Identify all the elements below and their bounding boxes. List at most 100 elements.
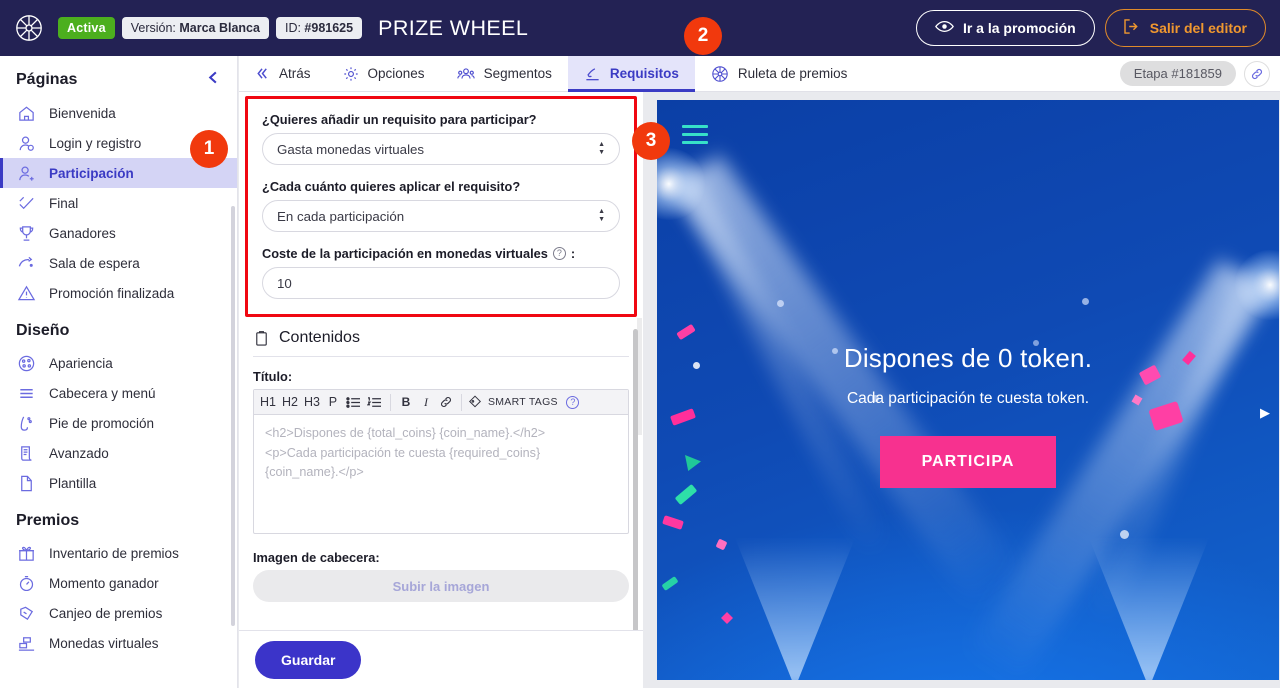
heading3-button[interactable]: H3 xyxy=(302,392,322,413)
sidebar-item-avanzado[interactable]: Avanzado xyxy=(0,438,237,468)
callout-badge-3: 3 xyxy=(632,122,670,160)
tab-segmentos[interactable]: Segmentos xyxy=(441,56,568,92)
palette-icon xyxy=(16,353,37,374)
sidebar-item-final[interactable]: Final xyxy=(0,188,237,218)
sidebar-item-bienvenida[interactable]: Bienvenida xyxy=(0,98,237,128)
tab-label: Ruleta de premios xyxy=(737,66,848,81)
smart-tags-help-icon[interactable]: ? xyxy=(564,392,582,413)
sidebar-item-label: Participación xyxy=(49,165,134,181)
status-badge: Activa xyxy=(58,17,115,39)
save-button[interactable]: Guardar xyxy=(255,640,362,679)
participation-cost-value: 10 xyxy=(277,275,292,291)
callout-number: 3 xyxy=(645,130,657,151)
requirements-highlight-box: ¿Quieres añadir un requisito para partic… xyxy=(245,96,637,317)
trophy-icon xyxy=(16,223,37,244)
document-code-icon xyxy=(16,443,37,464)
id-value: #981625 xyxy=(304,21,354,35)
tab-label: Segmentos xyxy=(483,66,552,81)
sidebar-item-ganadores[interactable]: Ganadores xyxy=(0,218,237,248)
sidebar-scrollbar[interactable] xyxy=(231,206,235,626)
contents-title: Contenidos xyxy=(279,329,360,346)
tab-bar-right: Etapa #181859 xyxy=(1119,60,1280,87)
top-bar-actions: Ir a la promoción Salir del editor xyxy=(915,9,1266,47)
eye-icon xyxy=(935,20,954,36)
paragraph-button[interactable]: P xyxy=(324,392,342,413)
heading2-button[interactable]: H2 xyxy=(280,392,300,413)
hamburger-menu-icon[interactable] xyxy=(682,125,708,149)
tab-label: Atrás xyxy=(279,66,311,81)
confetti-piece xyxy=(777,300,784,307)
gear-icon xyxy=(343,66,359,82)
sidebar-prizes-title: Premios xyxy=(16,512,80,529)
requirements-icon xyxy=(584,66,601,82)
promotion-preview: Dispones de 0 token. Cada participación … xyxy=(657,100,1279,680)
question-mark-icon[interactable]: ? xyxy=(552,247,566,260)
confetti-piece xyxy=(1082,298,1089,305)
sidebar-item-momento-ganador[interactable]: Momento ganador xyxy=(0,568,237,598)
toolbar-divider xyxy=(460,393,462,411)
participate-button[interactable]: PARTICIPA xyxy=(879,436,1057,488)
sidebar-item-label: Inventario de premios xyxy=(49,545,179,561)
sidebar-item-label: Login y registro xyxy=(49,135,142,151)
warning-icon xyxy=(16,283,37,304)
italic-button[interactable]: I xyxy=(417,392,435,413)
toolbar-divider xyxy=(389,393,391,411)
sidebar-item-monedas-virtuales[interactable]: Monedas virtuales xyxy=(0,628,237,658)
participation-cost-label: Coste de la participación en monedas vir… xyxy=(262,246,620,261)
id-chip: ID: #981625 xyxy=(275,17,363,39)
id-prefix: ID: xyxy=(284,21,305,35)
numbered-list-icon[interactable] xyxy=(365,392,384,413)
sidebar-item-pie-de-promocion[interactable]: Pie de promoción xyxy=(0,408,237,438)
bold-button[interactable]: B xyxy=(397,392,415,413)
tab-bar: Atrás Opciones Segmentos Requisitos Rule… xyxy=(239,55,1280,92)
preview-area: Dispones de 0 token. Cada participación … xyxy=(643,92,1280,688)
sidebar-item-label: Final xyxy=(49,195,79,211)
stage-chip[interactable]: Etapa #181859 xyxy=(1119,61,1236,86)
tab-atras[interactable]: Atrás xyxy=(239,56,327,92)
sidebar-item-canjeo-de-premios[interactable]: Canjeo de premios xyxy=(0,598,237,628)
editor-footer: Guardar xyxy=(239,630,643,688)
sidebar-item-label: Ganadores xyxy=(49,225,116,241)
requirement-frequency-value: En cada participación xyxy=(277,208,405,224)
prize-wheel-logo-icon xyxy=(14,13,44,43)
clipboard-icon xyxy=(253,330,270,347)
link-icon[interactable] xyxy=(1244,60,1270,87)
exit-editor-button[interactable]: Salir del editor xyxy=(1104,9,1266,47)
tab-opciones[interactable]: Opciones xyxy=(327,56,441,92)
sidebar-item-label: Bienvenida xyxy=(49,105,116,121)
heading1-button[interactable]: H1 xyxy=(258,392,278,413)
check-icon xyxy=(16,193,37,214)
link-icon[interactable] xyxy=(437,392,455,413)
top-bar: Activa Versión: Marca Blanca ID: #981625… xyxy=(0,0,1280,56)
play-arrow-icon[interactable]: ▶ xyxy=(1260,405,1270,421)
requirement-type-value: Gasta monedas virtuales xyxy=(277,141,425,157)
sidebar-item-cabecera-y-menu[interactable]: Cabecera y menú xyxy=(0,378,237,408)
page-icon xyxy=(16,473,37,494)
tab-ruleta-de-premios[interactable]: Ruleta de premios xyxy=(695,56,864,92)
title-editor-textarea[interactable]: <h2>Dispones de {total_coins} {coin_name… xyxy=(254,415,628,533)
sidebar-item-inventario-de-premios[interactable]: Inventario de premios xyxy=(0,538,237,568)
bullet-list-icon[interactable] xyxy=(344,392,363,413)
version-value: Marca Blanca xyxy=(179,21,260,35)
requirement-frequency-select[interactable]: En cada participación ▲ ▼ xyxy=(262,200,620,232)
coins-icon xyxy=(16,633,37,654)
sidebar-item-promocion-finalizada[interactable]: Promoción finalizada xyxy=(0,278,237,308)
go-to-promotion-button[interactable]: Ir a la promoción xyxy=(915,10,1095,46)
sidebar-item-plantilla[interactable]: Plantilla xyxy=(0,468,237,498)
wheel-icon xyxy=(711,65,729,83)
sidebar-item-label: Momento ganador xyxy=(49,575,159,591)
user-login-icon xyxy=(16,133,37,154)
participation-cost-input[interactable]: 10 xyxy=(262,267,620,299)
requirement-type-select[interactable]: Gasta monedas virtuales ▲ ▼ xyxy=(262,133,620,165)
sidebar-item-label: Pie de promoción xyxy=(49,415,155,431)
tab-requisitos[interactable]: Requisitos xyxy=(567,55,695,92)
upload-image-button[interactable]: Subir la imagen xyxy=(253,570,629,602)
collapse-sidebar-icon[interactable] xyxy=(206,70,221,90)
sidebar-item-apariencia[interactable]: Apariencia xyxy=(0,348,237,378)
footer-icon xyxy=(16,413,37,434)
requirement-question-2-label: ¿Cada cuánto quieres aplicar el requisit… xyxy=(262,179,521,194)
sidebar-item-sala-de-espera[interactable]: Sala de espera xyxy=(0,248,237,278)
smart-tags-button[interactable]: SMART TAGS xyxy=(468,394,558,411)
rte-toolbar: H1 H2 H3 P B I SMART TAGS ? xyxy=(254,390,628,415)
editor-scrollbar[interactable] xyxy=(633,329,638,665)
